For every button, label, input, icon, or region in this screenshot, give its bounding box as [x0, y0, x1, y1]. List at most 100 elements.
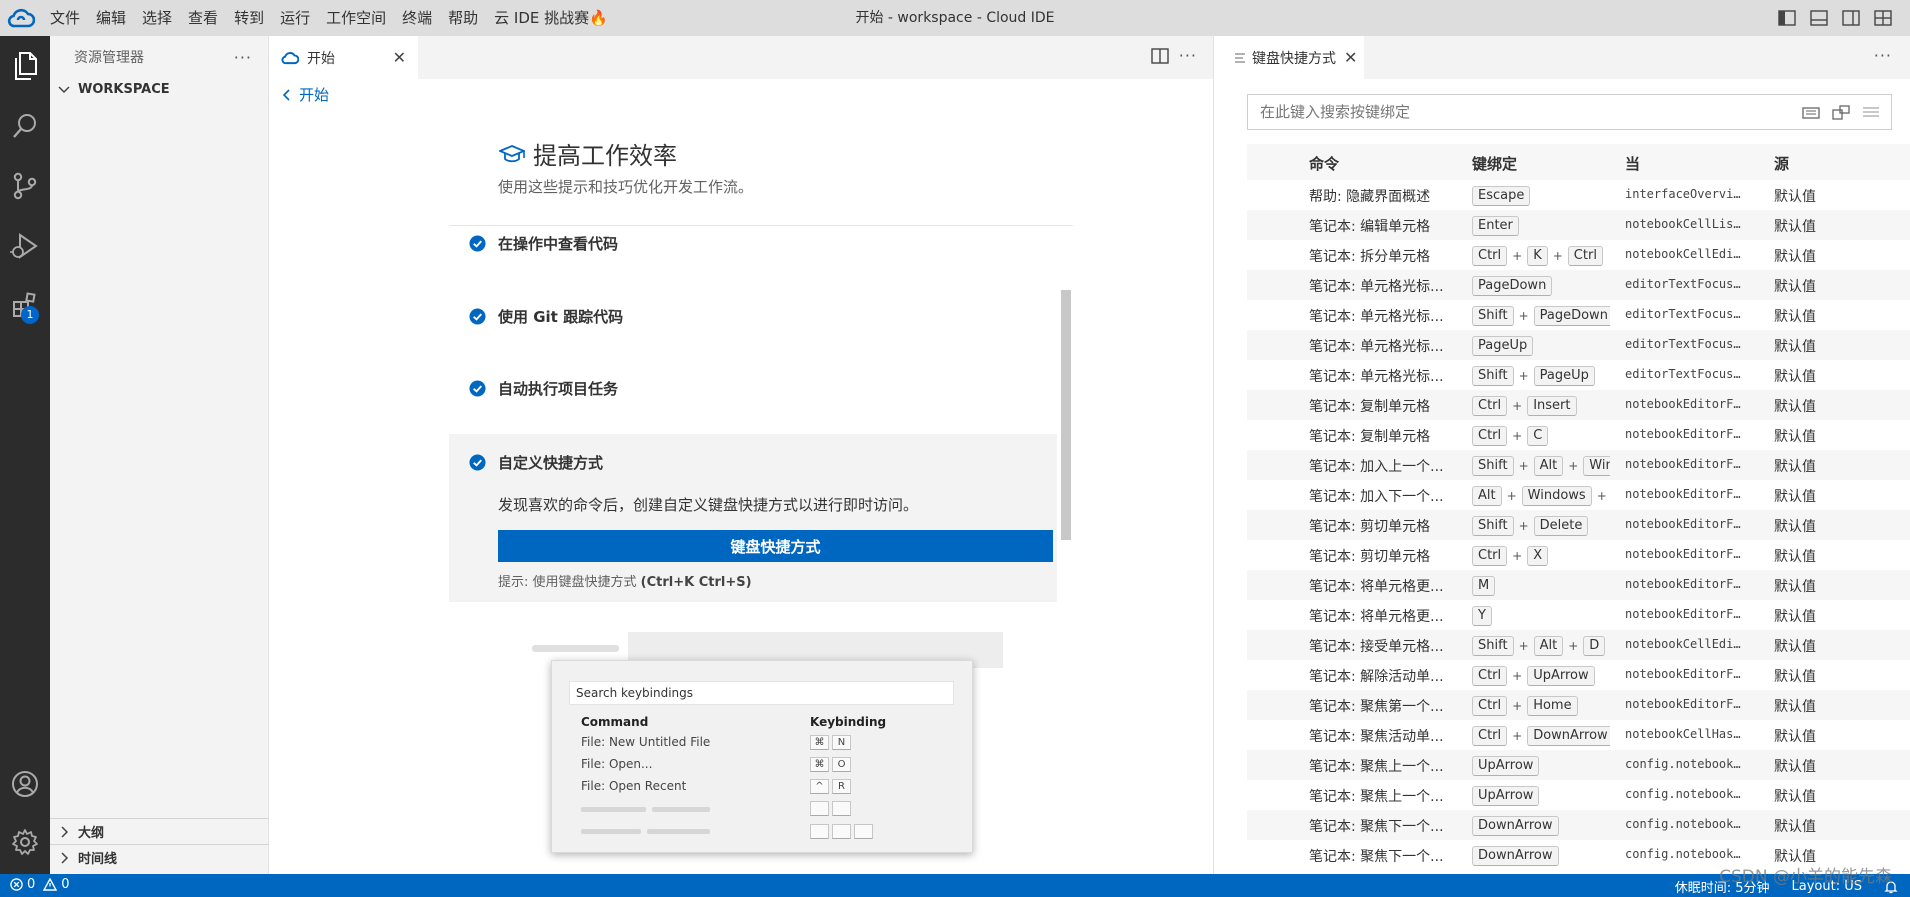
menu-terminal[interactable]: 终端	[394, 0, 440, 36]
editor-more-actions[interactable]: ···	[1179, 46, 1197, 65]
table-row[interactable]: 笔记本: 聚焦活动单... Ctrl + DownArrow notebookCellH…	[1247, 720, 1910, 750]
menu-file[interactable]: 文件	[42, 0, 88, 36]
record-keys-keyboard-icon[interactable]	[1801, 103, 1821, 123]
menu-edit[interactable]: 编辑	[88, 0, 134, 36]
sort-by-precedence-icon[interactable]	[1831, 103, 1851, 123]
keybinding-cell[interactable]: Shift + Alt + D	[1472, 635, 1610, 657]
keybinding-cell[interactable]: UpArrow	[1472, 785, 1610, 807]
table-row[interactable]: 笔记本: 剪切单元格 Shift + Delete notebookEditorF… 默认…	[1247, 510, 1910, 540]
key-plus: +	[1512, 429, 1523, 443]
tab-welcome[interactable]: 开始 ✕	[269, 36, 418, 79]
table-row[interactable]: 帮助: 隐藏界面概述 Escape interfaceOvervi… 默认值	[1247, 180, 1910, 210]
explorer-files-icon[interactable]	[0, 42, 50, 90]
keybindings-search-input[interactable]	[1260, 95, 1760, 129]
account-icon[interactable]	[0, 760, 50, 808]
table-row[interactable]: 笔记本: 加入下一个...Alt+Windows+JnotebookEditor…	[1247, 480, 1910, 510]
keybinding-cell[interactable]: Ctrl + Home	[1472, 695, 1610, 717]
walkthrough-step-2[interactable]: 使用 Git 跟踪代码	[449, 298, 1057, 358]
cloud-ide-logo-icon[interactable]	[0, 0, 42, 36]
keybinding-cell[interactable]: Ctrl + DownArrow	[1472, 725, 1610, 747]
col-source[interactable]: 源	[1774, 153, 1789, 174]
keybinding-cell[interactable]: Alt+Windows+J	[1472, 485, 1610, 507]
table-row[interactable]: 笔记本: 剪切单元格 Ctrl + XnotebookEditorF… 默认值	[1247, 540, 1910, 570]
table-row[interactable]: 笔记本: 复制单元格 Ctrl + CnotebookEditorF… 默认值	[1247, 420, 1910, 450]
table-row[interactable]: 笔记本: 单元格光标... Shift + PageUp editorTextFocus…	[1247, 360, 1910, 390]
table-row[interactable]: 笔记本: 加入上一个... Shift + Alt + Windows notebookEd…	[1247, 450, 1910, 480]
col-when[interactable]: 当	[1625, 153, 1640, 174]
keybinding-cell[interactable]: DownArrow	[1472, 845, 1610, 867]
keybinding-cell[interactable]: Ctrl + Insert	[1472, 395, 1610, 417]
keybinding-cell[interactable]: Enter	[1472, 215, 1610, 237]
explorer-more-actions[interactable]: ···	[234, 48, 252, 67]
col-keybinding[interactable]: 键绑定	[1472, 153, 1517, 174]
keybinding-cell[interactable]: Shift + PageUp	[1472, 365, 1610, 387]
keybinding-cell[interactable]: Escape	[1472, 185, 1610, 207]
steps-scrollbar[interactable]	[1061, 290, 1071, 540]
customize-layout-icon[interactable]	[1872, 7, 1894, 29]
settings-gear-icon[interactable]	[0, 818, 50, 866]
source-control-icon[interactable]	[0, 162, 50, 210]
toggle-secondary-sidebar-icon[interactable]	[1840, 7, 1862, 29]
editor-more-actions[interactable]: ···	[1874, 46, 1892, 65]
split-editor-icon[interactable]	[1151, 48, 1169, 64]
table-row[interactable]: 笔记本: 聚焦第一个... Ctrl + Home notebookEditorF… 默认…	[1247, 690, 1910, 720]
keybinding-cell[interactable]: Ctrl + K + Ctrl	[1472, 245, 1610, 267]
keybinding-cell[interactable]: PageDown	[1472, 275, 1610, 297]
keybinding-cell[interactable]: M	[1472, 575, 1610, 597]
keybinding-cell[interactable]: Shift + Alt + Windows	[1472, 455, 1610, 477]
table-row[interactable]: 笔记本: 聚焦上一个... UpArrow config.notebook… 默认值	[1247, 780, 1910, 810]
table-row[interactable]: 笔记本: 编辑单元格 Enter notebookCellLis… 默认值	[1247, 210, 1910, 240]
table-row[interactable]: 笔记本: 接受单元格... Shift + Alt + DnotebookCellEdi……	[1247, 630, 1910, 660]
close-icon[interactable]: ✕	[393, 48, 406, 67]
col-command[interactable]: 命令	[1309, 153, 1339, 174]
keybinding-cell[interactable]: Ctrl + C	[1472, 425, 1610, 447]
table-row[interactable]: 笔记本: 单元格光标... PageUp editorTextFocus… 默认值	[1247, 330, 1910, 360]
menu-selection[interactable]: 选择	[134, 0, 180, 36]
table-row[interactable]: 笔记本: 单元格光标... PageDown editorTextFocus… 默认值	[1247, 270, 1910, 300]
table-row[interactable]: 笔记本: 将单元格更... MnotebookEditorF… 默认值	[1247, 570, 1910, 600]
keybinding-cell[interactable]: Shift + Delete	[1472, 515, 1610, 537]
search-icon[interactable]	[0, 102, 50, 150]
table-row[interactable]: 笔记本: 解除活动单... Ctrl + UpArrow notebookEditorF…	[1247, 660, 1910, 690]
problems-indicator[interactable]: 0 0	[10, 877, 70, 892]
table-row[interactable]: 笔记本: 复制单元格 Ctrl + Insert notebookEditorF… 默认值	[1247, 390, 1910, 420]
keybinding-cell[interactable]: UpArrow	[1472, 755, 1610, 777]
clear-filter-icon[interactable]	[1861, 103, 1881, 123]
menu-go[interactable]: 转到	[226, 0, 272, 36]
walkthrough-step-1[interactable]: 在操作中查看代码	[449, 226, 1057, 286]
menu-help[interactable]: 帮助	[440, 0, 486, 36]
keybinding-cell[interactable]: DownArrow	[1472, 815, 1610, 837]
keyboard-shortcuts-button[interactable]: 键盘快捷方式	[498, 530, 1053, 562]
menu-workspace[interactable]: 工作空间	[318, 0, 394, 36]
preview-key: O	[832, 757, 851, 772]
table-row[interactable]: 笔记本: 单元格光标... Shift + PageDown editorTextFoc…	[1247, 300, 1910, 330]
keybinding-cell[interactable]: Shift + PageDown	[1472, 305, 1610, 327]
table-row[interactable]: 笔记本: 聚焦下一个... DownArrow config.notebook… 默认…	[1247, 810, 1910, 840]
toggle-primary-sidebar-icon[interactable]	[1776, 7, 1798, 29]
tab-keyboard-shortcuts[interactable]: 键盘快捷方式 ✕	[1214, 36, 1364, 79]
keybinding-cell[interactable]: Ctrl + X	[1472, 545, 1610, 567]
keybinding-cell[interactable]: Y	[1472, 605, 1610, 627]
workspace-folder[interactable]: WORKSPACE	[50, 78, 268, 100]
walkthrough-step-4-active[interactable]: 自定义快捷方式 发现喜欢的命令后，创建自定义键盘快捷方式以进行即时访问。 键盘快…	[449, 434, 1057, 602]
keybinding-cell[interactable]: PageUp	[1472, 335, 1610, 357]
run-debug-icon[interactable]	[0, 222, 50, 270]
timeline-section[interactable]: 时间线	[50, 844, 269, 870]
menu-view[interactable]: 查看	[180, 0, 226, 36]
toggle-panel-icon[interactable]	[1808, 7, 1830, 29]
keybinding-cell[interactable]: Ctrl + UpArrow	[1472, 665, 1610, 687]
menu-challenge[interactable]: 云 IDE 挑战赛🔥	[486, 0, 616, 36]
key-plus: +	[1512, 399, 1523, 413]
outline-section[interactable]: 大纲	[50, 818, 269, 844]
table-row[interactable]: 笔记本: 聚焦上一个... UpArrow config.notebook… 默认值	[1247, 750, 1910, 780]
table-row[interactable]: 笔记本: 将单元格更... YnotebookEditorF… 默认值	[1247, 600, 1910, 630]
command-cell: 笔记本: 加入下一个...	[1309, 489, 1444, 505]
menu-run[interactable]: 运行	[272, 0, 318, 36]
close-icon[interactable]: ✕	[1344, 48, 1357, 67]
when-cell: notebookEditorF…	[1625, 697, 1741, 711]
walkthrough-step-3[interactable]: 自动执行项目任务	[449, 370, 1057, 430]
preview-key: ^	[810, 779, 829, 794]
extensions-icon[interactable]: 1	[0, 282, 50, 330]
table-row[interactable]: 笔记本: 拆分单元格 Ctrl + K + Ctrl notebookCellEdi… 默认值	[1247, 240, 1910, 270]
breadcrumb[interactable]: 开始	[281, 84, 329, 105]
